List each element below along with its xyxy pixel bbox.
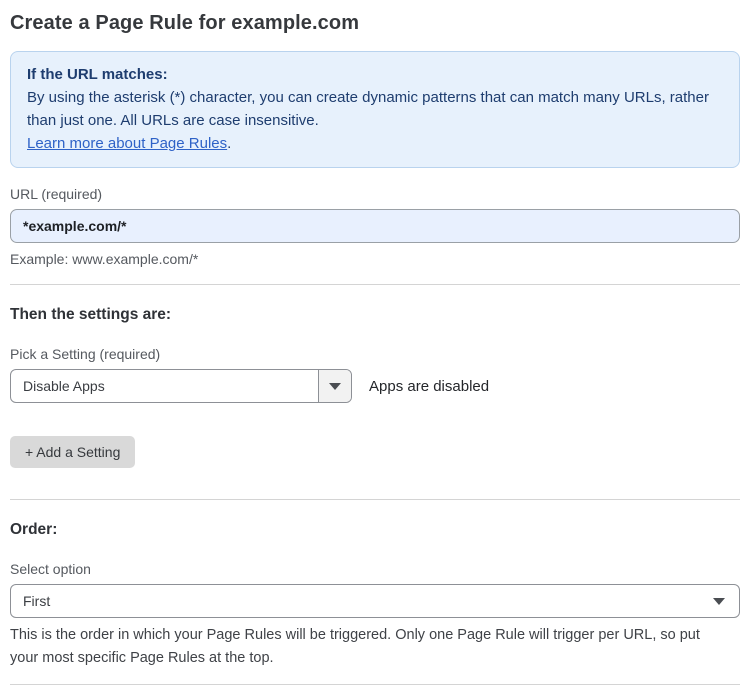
- create-page-rule-panel: Create a Page Rule for example.com If th…: [0, 0, 750, 689]
- setting-select-value: Disable Apps: [23, 378, 105, 394]
- page-title: Create a Page Rule for example.com: [10, 12, 360, 34]
- chevron-down-icon: [329, 382, 341, 390]
- url-match-info-box: If the URL matches: By using the asteris…: [10, 51, 740, 168]
- setting-select[interactable]: Disable Apps: [10, 369, 352, 403]
- order-select-arrow: [713, 585, 739, 617]
- order-help-text: This is the order in which your Page Rul…: [10, 627, 700, 666]
- setting-status-text: Apps are disabled: [369, 377, 490, 395]
- settings-heading: Then the settings are:: [10, 306, 172, 323]
- url-example-hint: Example: www.example.com/*: [10, 251, 199, 267]
- info-box-link-line: Learn more about Page Rules.: [27, 132, 723, 155]
- order-select-label: Select option: [10, 561, 91, 577]
- divider: [10, 684, 740, 685]
- info-box-heading: If the URL matches:: [27, 66, 168, 83]
- learn-more-link[interactable]: Learn more about Page Rules: [27, 135, 227, 152]
- chevron-down-icon: [713, 597, 725, 605]
- order-heading: Order:: [10, 521, 58, 538]
- url-input[interactable]: [10, 209, 740, 243]
- divider: [10, 499, 740, 500]
- link-period: .: [227, 135, 232, 152]
- info-box-body: By using the asterisk (*) character, you…: [27, 89, 709, 129]
- order-select-value: First: [23, 593, 51, 609]
- pick-setting-label: Pick a Setting (required): [10, 346, 161, 362]
- setting-select-arrow-button[interactable]: [318, 370, 351, 402]
- order-select[interactable]: First: [10, 584, 740, 618]
- add-setting-button[interactable]: + Add a Setting: [10, 436, 136, 468]
- divider: [10, 284, 740, 285]
- setting-row: Disable Apps Apps are disabled: [10, 369, 740, 403]
- url-label: URL (required): [10, 186, 103, 202]
